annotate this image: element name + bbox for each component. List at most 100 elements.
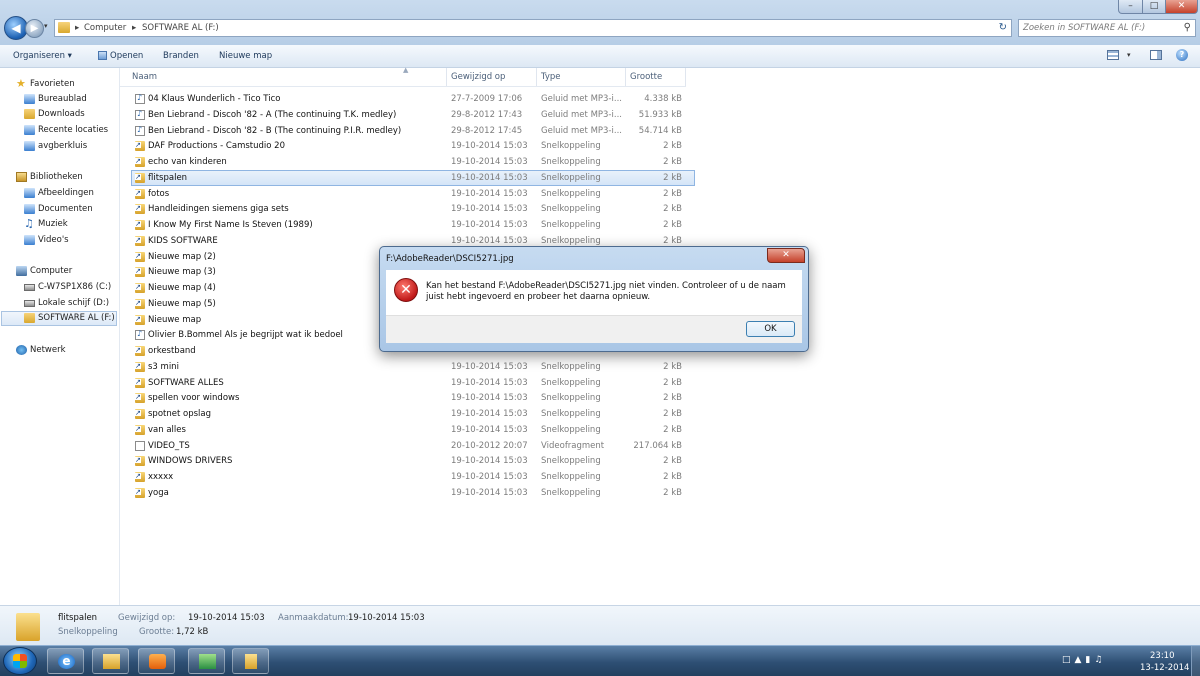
table-row[interactable]: Ben Liebrand - Discoh '82 - A (The conti… bbox=[120, 107, 686, 123]
ok-button[interactable]: OK bbox=[746, 321, 795, 337]
forward-button[interactable]: ▶ bbox=[25, 19, 44, 38]
close-button[interactable]: ✕ bbox=[1165, 0, 1198, 14]
nav-recent-places[interactable]: Recente locaties bbox=[0, 123, 119, 138]
file-size: 2 kB bbox=[663, 456, 682, 467]
organize-button[interactable]: Organiseren ▾ bbox=[13, 51, 72, 61]
nav-drive-f[interactable]: SOFTWARE AL (F:) bbox=[0, 311, 119, 326]
system-tray-icons[interactable]: □▲▮♫ bbox=[1062, 655, 1106, 665]
audio-file-icon bbox=[135, 93, 145, 104]
file-name: Nieuwe map (5) bbox=[148, 298, 216, 309]
column-modified[interactable]: Gewijzigd op bbox=[451, 72, 505, 82]
nav-libraries[interactable]: Bibliotheken bbox=[0, 170, 119, 185]
link-file-icon bbox=[135, 377, 145, 388]
maximize-button[interactable]: □ bbox=[1142, 0, 1166, 14]
minimize-button[interactable]: – bbox=[1118, 0, 1143, 14]
column-divider[interactable] bbox=[446, 68, 447, 86]
column-type[interactable]: Type bbox=[541, 72, 561, 82]
table-row[interactable]: WINDOWS DRIVERS 19-10-2014 15:03 Snelkoppe… bbox=[120, 453, 686, 469]
burn-button[interactable]: Branden bbox=[163, 51, 199, 61]
table-row[interactable]: 04 Klaus Wunderlich - Tico Tico 27-7-2009… bbox=[120, 91, 686, 107]
file-name: Handleidingen siemens giga sets bbox=[148, 204, 289, 215]
search-box[interactable]: Zoeken in SOFTWARE AL (F:) ⚲ bbox=[1018, 19, 1196, 37]
table-row[interactable]: spellen voor windows 19-10-2014 15:03 Snel… bbox=[120, 390, 686, 406]
search-input[interactable]: Zoeken in SOFTWARE AL (F:) bbox=[1023, 23, 1145, 33]
file-name: Olivier B.Bommel Als je begrijpt wat ik … bbox=[148, 330, 343, 341]
column-name[interactable]: Naam bbox=[132, 72, 157, 82]
nav-pictures[interactable]: Afbeeldingen bbox=[0, 186, 119, 201]
table-row[interactable]: s3 mini 19-10-2014 15:03 Snelkoppeling 2 kB bbox=[120, 359, 686, 375]
dialog-close-button[interactable]: ✕ bbox=[767, 248, 805, 263]
start-button[interactable] bbox=[3, 647, 37, 675]
file-modified: 19-10-2014 15:03 bbox=[451, 188, 528, 199]
nav-desktop[interactable]: Bureaublad bbox=[0, 92, 119, 107]
search-icon[interactable]: ⚲ bbox=[1184, 22, 1191, 33]
table-row[interactable]: xxxxx 19-10-2014 15:03 Snelkoppeling 2 kB bbox=[120, 469, 686, 485]
table-row[interactable]: Handleidingen siemens giga sets 19-10-201… bbox=[120, 201, 686, 217]
table-row[interactable]: VIDEO_TS 20-10-2012 20:07 Videofragment 217… bbox=[120, 438, 686, 454]
network-icon bbox=[16, 345, 27, 355]
nav-favorites[interactable]: ★ Favorieten bbox=[0, 77, 119, 92]
view-options-icon[interactable] bbox=[1107, 50, 1119, 60]
address-bar[interactable]: ▸ Computer ▸ SOFTWARE AL (F:) ↻ bbox=[54, 19, 1012, 37]
recent-pages-dropdown[interactable]: ▾ bbox=[44, 22, 48, 30]
nav-avgberkluis[interactable]: avgberkluis bbox=[0, 139, 119, 154]
file-type: Snelkoppeling bbox=[541, 157, 601, 167]
file-name: spellen voor windows bbox=[148, 393, 240, 404]
nav-label: Video's bbox=[38, 235, 69, 245]
nav-music[interactable]: ♫ Muziek bbox=[0, 217, 119, 232]
nav-computer[interactable]: Computer bbox=[0, 264, 119, 279]
drive-icon bbox=[24, 284, 35, 291]
column-divider[interactable] bbox=[625, 68, 626, 86]
help-icon[interactable]: ? bbox=[1176, 49, 1188, 61]
file-name: Nieuwe map bbox=[148, 314, 202, 325]
table-row[interactable]: flitspalen 19-10-2014 15:03 Snelkoppeling 2… bbox=[131, 169, 695, 186]
column-divider[interactable] bbox=[685, 68, 686, 86]
nav-videos[interactable]: Video's bbox=[0, 233, 119, 248]
breadcrumb-current-drive[interactable]: SOFTWARE AL (F:) bbox=[142, 23, 219, 33]
table-row[interactable]: yoga 19-10-2014 15:03 Snelkoppeling 2 kB bbox=[120, 485, 686, 501]
show-desktop-button[interactable] bbox=[1191, 646, 1200, 676]
link-file-icon bbox=[135, 188, 145, 199]
taskbar-application[interactable] bbox=[188, 648, 225, 674]
refresh-icon[interactable]: ↻ bbox=[999, 22, 1007, 33]
audio-file-icon bbox=[135, 329, 145, 341]
taskbar-media-player[interactable] bbox=[138, 648, 175, 674]
table-row[interactable]: echo van kinderen 19-10-2014 15:03 Snelkop… bbox=[120, 154, 686, 170]
computer-icon bbox=[16, 266, 27, 276]
table-row[interactable]: spotnet opslag 19-10-2014 15:03 Snelkoppel… bbox=[120, 406, 686, 422]
details-created-label: Aanmaakdatum: bbox=[278, 613, 349, 623]
table-row[interactable]: fotos 19-10-2014 15:03 Snelkoppeling 2 kB bbox=[120, 186, 686, 202]
taskbar-explorer[interactable] bbox=[92, 648, 129, 674]
open-button[interactable]: Openen bbox=[110, 51, 143, 61]
link-file-icon bbox=[135, 472, 145, 482]
view-dropdown-icon[interactable]: ▾ bbox=[1127, 51, 1131, 59]
file-modified: 29-8-2012 17:45 bbox=[451, 125, 523, 136]
file-size: 2 kB bbox=[663, 172, 682, 183]
nav-network[interactable]: Netwerk bbox=[0, 343, 119, 358]
file-name: yoga bbox=[148, 487, 169, 498]
new-folder-button[interactable]: Nieuwe map bbox=[219, 51, 272, 61]
column-size[interactable]: Grootte bbox=[630, 72, 662, 82]
taskbar-internet-explorer[interactable]: e bbox=[47, 648, 84, 674]
taskbar-open-folder[interactable] bbox=[232, 648, 269, 674]
breadcrumb-computer[interactable]: Computer bbox=[84, 23, 126, 33]
nav-drive-c[interactable]: C-W7SP1X86 (C:) bbox=[0, 280, 119, 295]
table-row[interactable]: DAF Productions - Camstudio 20 19-10-2014… bbox=[120, 138, 686, 154]
file-size: 2 kB bbox=[663, 487, 682, 498]
table-row[interactable]: Ben Liebrand - Discoh '82 - B (The conti… bbox=[120, 123, 686, 139]
file-type: Snelkoppeling bbox=[541, 456, 601, 467]
clock-time[interactable]: 23:10 bbox=[1150, 651, 1175, 661]
clock-date[interactable]: 13-12-2014 bbox=[1140, 663, 1189, 673]
file-modified: 19-10-2014 15:03 bbox=[451, 220, 528, 230]
nav-documents[interactable]: Documenten bbox=[0, 202, 119, 217]
link-file-icon bbox=[135, 314, 145, 325]
link-file-icon bbox=[135, 220, 145, 230]
table-row[interactable]: van alles 19-10-2014 15:03 Snelkoppeling 2 … bbox=[120, 422, 686, 438]
column-divider[interactable] bbox=[536, 68, 537, 86]
file-type: Geluid met MP3-i... bbox=[541, 109, 622, 120]
nav-downloads[interactable]: Downloads bbox=[0, 107, 119, 122]
table-row[interactable]: I Know My First Name Is Steven (1989) 19-… bbox=[120, 217, 686, 233]
preview-pane-icon[interactable] bbox=[1150, 50, 1162, 60]
table-row[interactable]: SOFTWARE ALLES 19-10-2014 15:03 Snelkoppel… bbox=[120, 375, 686, 391]
nav-drive-d[interactable]: Lokale schijf (D:) bbox=[0, 296, 119, 311]
